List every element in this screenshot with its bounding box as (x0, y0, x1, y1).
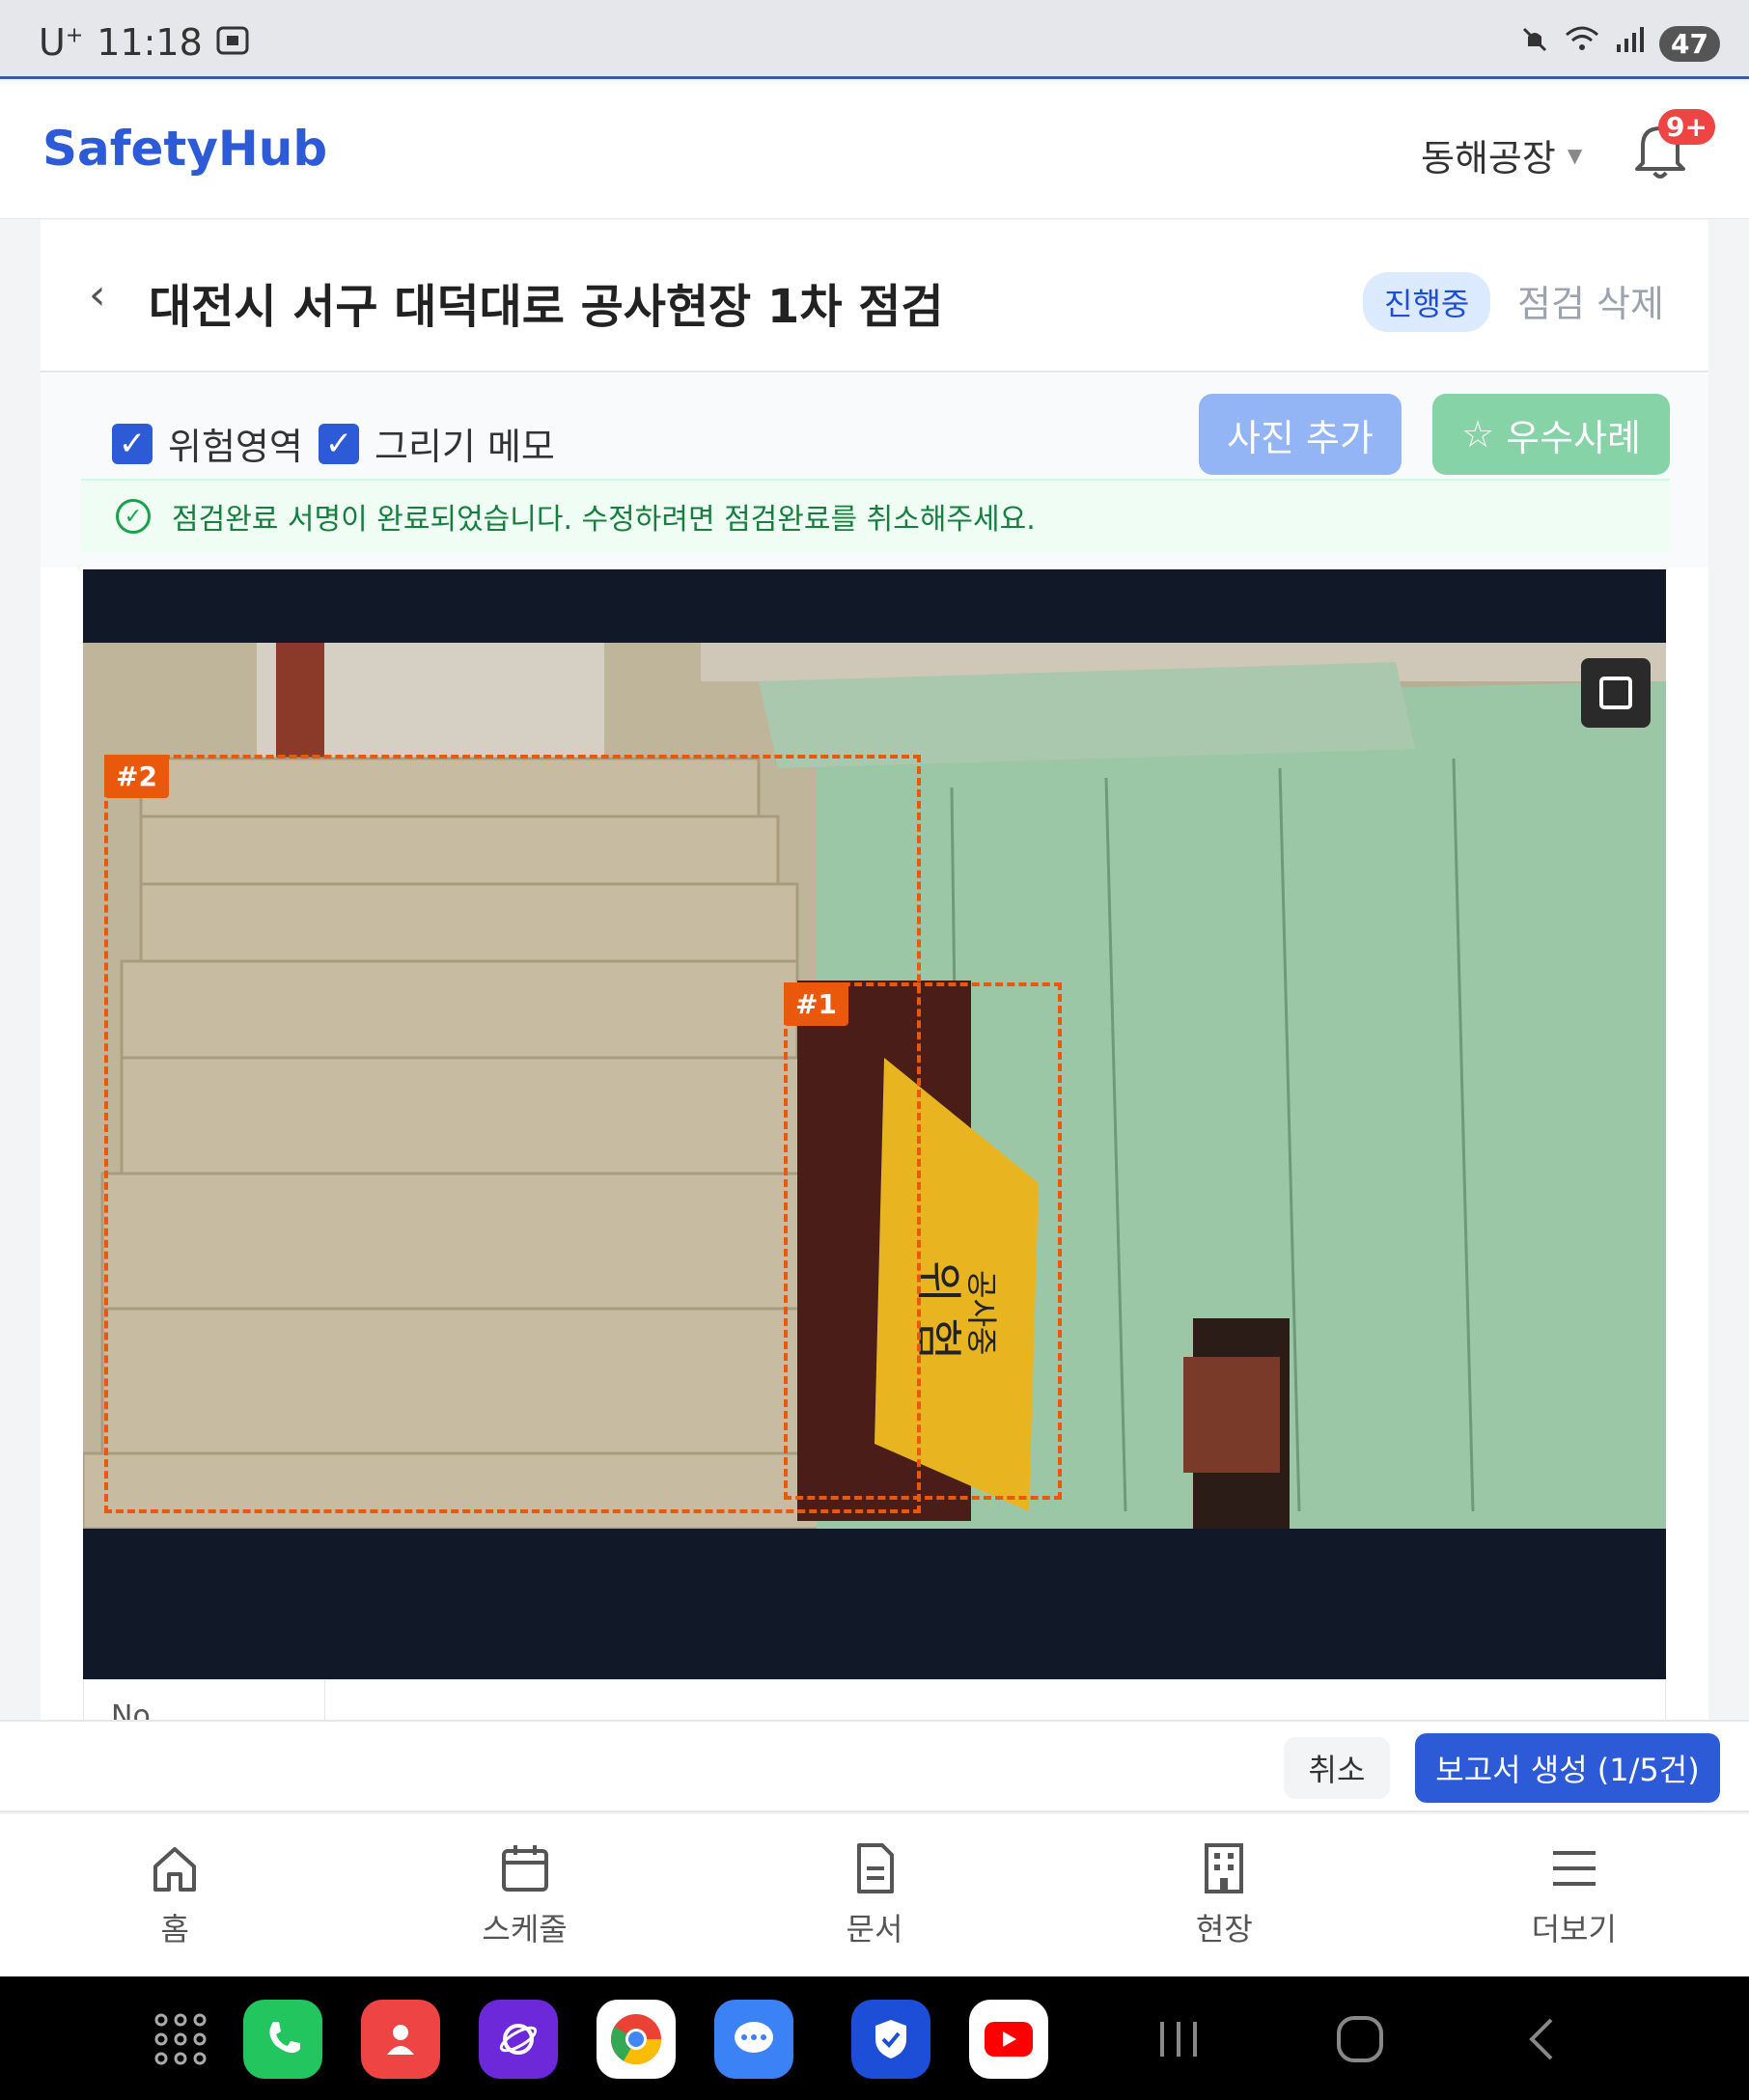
best-practice-label: 우수사례 (1506, 416, 1641, 459)
inspection-card: ‹ 대전시 서구 대덕대로 공사현장 1차 점검 진행중 점검 삭제 ✓ 위험영… (41, 220, 1708, 1738)
building-icon (1205, 1843, 1244, 1893)
signal-icon (1615, 25, 1645, 62)
youtube-app-icon[interactable] (969, 2000, 1048, 2079)
hazard-area-label: 위험영역 (168, 426, 303, 468)
title-row: ‹ 대전시 서구 대덕대로 공사현장 1차 점검 진행중 점검 삭제 (41, 220, 1708, 373)
caret-down-icon: ▼ (1567, 143, 1583, 167)
back-icon[interactable]: ‹ (89, 270, 106, 319)
page-title: 대전시 서구 대덕대로 공사현장 1차 점검 (149, 280, 944, 334)
best-practice-button[interactable]: ☆ 우수사례 (1432, 394, 1670, 475)
drawing-memo-checkbox[interactable]: ✓ 그리기 메모 (319, 417, 555, 470)
photo-toolbar: ✓ 위험영역 ✓ 그리기 메모 사진 추가 ☆ 우수사례 ✓ 점검완료 서명이 … (41, 374, 1708, 567)
system-status-bar: U+ 11:18 47 (0, 0, 1749, 79)
android-navigation-bar (0, 1976, 1749, 2100)
security-shield-app-icon[interactable] (851, 2000, 930, 2079)
site-selector-label: 동해공장 (1421, 137, 1556, 180)
delete-inspection-button[interactable]: 점검 삭제 (1517, 274, 1664, 327)
add-photo-button[interactable]: 사진 추가 (1199, 394, 1402, 475)
carrier-label: U+ (39, 21, 84, 64)
contacts-app-icon[interactable] (361, 2000, 440, 2079)
nav-documents-label: 문서 (846, 1911, 903, 1948)
notification-badge: 9+ (1658, 109, 1715, 145)
nav-home-label: 홈 (160, 1911, 189, 1948)
battery-indicator: 47 (1659, 25, 1720, 62)
hazard-region-label: #1 (784, 982, 848, 1026)
app-drawer-icon[interactable] (141, 2000, 220, 2079)
checkbox-checked-icon: ✓ (112, 423, 153, 464)
app-logo[interactable]: SafetyHub (42, 121, 327, 177)
internet-app-icon[interactable] (479, 2000, 558, 2079)
home-button-icon[interactable] (1320, 2000, 1400, 2079)
checkbox-checked-icon: ✓ (319, 423, 359, 464)
bottom-navigation: 홈 스케줄 문서 현장 더보기 (0, 1814, 1749, 1976)
wifi-icon (1565, 25, 1599, 62)
recent-apps-icon[interactable] (1139, 2000, 1218, 2079)
nav-site[interactable]: 현장 (1049, 1814, 1399, 1976)
mute-icon (1520, 25, 1549, 62)
back-button-icon[interactable] (1502, 2000, 1581, 2079)
check-circle-icon: ✓ (116, 499, 151, 534)
drawing-memo-label: 그리기 메모 (375, 426, 555, 468)
status-badge: 진행중 (1363, 272, 1491, 332)
calendar-icon (501, 1845, 548, 1892)
photo-viewer: 위 험 공사중 #2 #1 (83, 569, 1666, 1679)
home-icon (153, 1847, 197, 1892)
messages-app-icon[interactable] (714, 2000, 793, 2079)
report-action-bar: 취소 보고서 생성 (1/5건) (0, 1720, 1749, 1812)
nav-more-label: 더보기 (1531, 1911, 1617, 1948)
hazard-region-label: #2 (104, 755, 169, 798)
chrome-app-icon[interactable] (597, 2000, 676, 2079)
hazard-area-checkbox[interactable]: ✓ 위험영역 (112, 417, 303, 470)
menu-icon (1552, 1851, 1596, 1886)
generate-report-button[interactable]: 보고서 생성 (1/5건) (1415, 1733, 1720, 1803)
nav-more[interactable]: 더보기 (1400, 1814, 1749, 1976)
status-right: 47 (1520, 25, 1720, 62)
clock: 11:18 (97, 21, 203, 64)
nav-schedule-label: 스케줄 (482, 1911, 568, 1948)
completion-notice: ✓ 점검완료 서명이 완료되었습니다. 수정하려면 점검완료를 취소해주세요. (81, 479, 1670, 552)
site-selector[interactable]: 동해공장 ▼ (1421, 128, 1582, 181)
document-icon (856, 1843, 894, 1893)
screenshot-icon (216, 21, 249, 64)
status-left: U+ 11:18 (39, 21, 249, 64)
cancel-button[interactable]: 취소 (1284, 1737, 1390, 1799)
app-header: SafetyHub 동해공장 ▼ 9+ (0, 82, 1749, 219)
star-icon: ☆ (1461, 413, 1495, 456)
inspection-photo[interactable]: 위 험 공사중 #2 #1 (83, 643, 1666, 1529)
hazard-region-1[interactable] (784, 982, 1062, 1500)
nav-home[interactable]: 홈 (0, 1814, 349, 1976)
phone-app-icon[interactable] (243, 2000, 322, 2079)
fullscreen-icon[interactable] (1581, 658, 1651, 728)
nav-documents[interactable]: 문서 (700, 1814, 1049, 1976)
nav-site-label: 현장 (1195, 1911, 1253, 1948)
completion-notice-text: 점검완료 서명이 완료되었습니다. 수정하려면 점검완료를 취소해주세요. (172, 503, 1036, 537)
nav-schedule[interactable]: 스케줄 (349, 1814, 699, 1976)
